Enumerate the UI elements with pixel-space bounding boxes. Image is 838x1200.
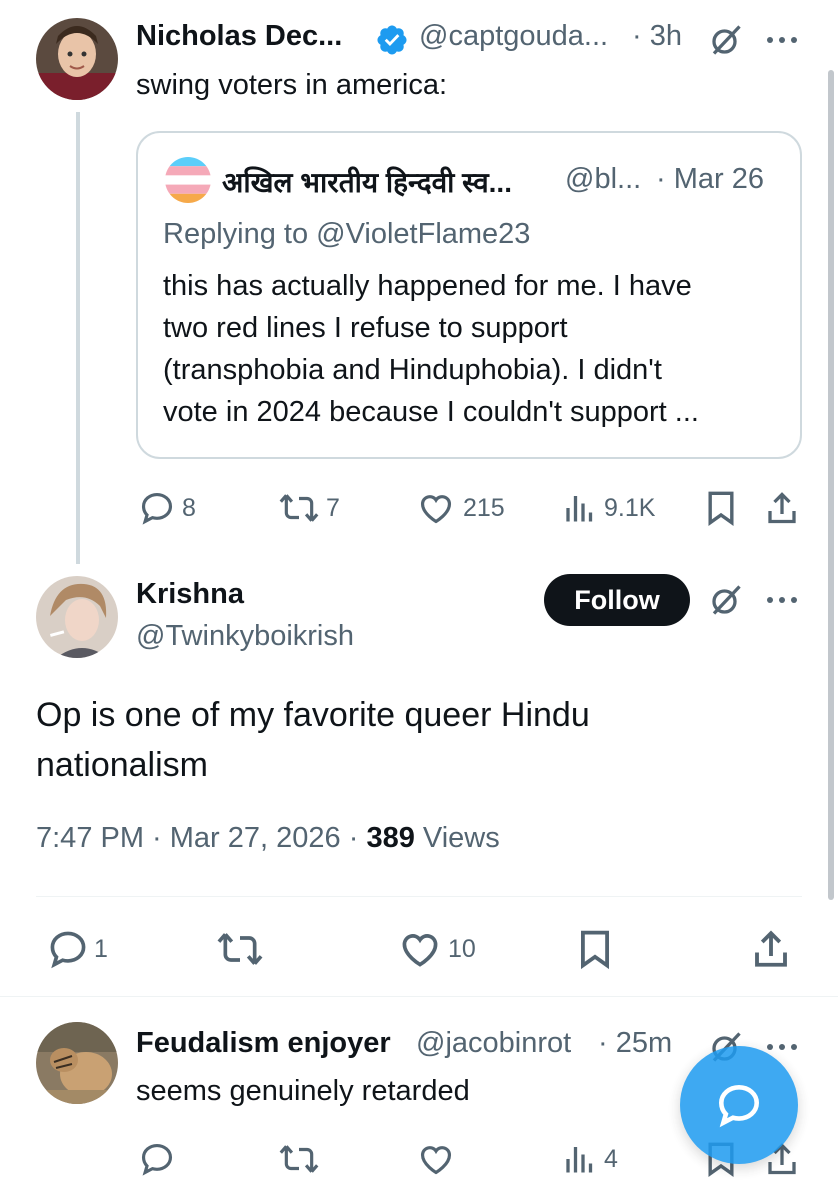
scrollbar[interactable] <box>828 70 834 900</box>
compose-icon <box>718 1084 760 1128</box>
bookmark-icon <box>708 491 734 526</box>
share-button[interactable] <box>764 489 800 527</box>
more-icon[interactable] <box>765 590 799 610</box>
grok-icon[interactable] <box>708 22 744 58</box>
like-icon <box>420 495 452 524</box>
grok-icon[interactable] <box>708 582 744 618</box>
reply-icon <box>141 1143 173 1176</box>
bookmark-icon <box>581 930 609 970</box>
tweet-text-line: nationalism <box>36 746 208 784</box>
author-name[interactable]: Krishna <box>136 578 244 611</box>
reply-count: 1 <box>94 934 108 963</box>
share-icon <box>768 492 796 524</box>
avatar[interactable] <box>36 576 118 658</box>
avatar-image <box>36 1022 118 1104</box>
views-label: Views <box>414 822 500 854</box>
tweet-meta: 7:47 PM · Mar 27, 2026 · 389 Views <box>36 822 500 855</box>
repost-icon <box>279 494 319 522</box>
reply-icon <box>50 931 86 969</box>
reply-count: 8 <box>182 493 196 522</box>
repost-button[interactable] <box>216 927 264 971</box>
quote-avatar[interactable] <box>165 157 211 203</box>
author-handle[interactable]: @jacobinrot <box>416 1027 571 1060</box>
like-icon <box>402 934 438 967</box>
reply-button[interactable]: 1 <box>46 927 108 971</box>
tweet-time[interactable]: · 25m <box>598 1027 672 1060</box>
like-icon <box>420 1146 452 1175</box>
tweet-timestamp[interactable]: 7:47 PM · Mar 27, 2026 · <box>36 822 366 854</box>
divider <box>0 996 838 997</box>
reply-icon <box>141 492 173 525</box>
author-name[interactable]: Nicholas Dec... <box>136 20 342 53</box>
verified-badge-icon <box>375 23 409 62</box>
views-button[interactable]: 9.1K <box>562 489 655 527</box>
tweet-text-line: Op is one of my favorite queer Hindu <box>36 696 590 734</box>
tweet-text: seems genuinely retarded <box>136 1075 470 1107</box>
avatar[interactable] <box>36 1022 118 1104</box>
more-icon[interactable] <box>765 30 799 50</box>
avatar-image <box>36 18 118 100</box>
repost-icon <box>279 1145 319 1173</box>
share-icon <box>755 930 787 967</box>
author-handle[interactable]: @captgouda... <box>419 20 608 53</box>
views-icon <box>566 1147 593 1173</box>
share-button[interactable] <box>750 927 792 971</box>
author-handle[interactable]: @Twinkyboikrish <box>136 620 354 653</box>
views-count: 9.1K <box>604 493 656 522</box>
like-button[interactable]: 10 <box>398 927 476 971</box>
reply-button[interactable] <box>138 1140 176 1178</box>
like-count: 215 <box>463 493 505 522</box>
quote-author-name[interactable]: अखिल भारतीय हिन्दवी स्व... <box>222 163 512 201</box>
views-button[interactable]: 4 <box>562 1140 618 1178</box>
follow-button[interactable]: Follow <box>544 574 690 626</box>
avatar-image <box>36 576 118 658</box>
tweet-time[interactable]: · 3h <box>632 20 682 53</box>
quote-text-line: this has actually happened for me. I hav… <box>163 270 692 302</box>
quote-time[interactable]: · Mar 26 <box>656 163 764 196</box>
thread-connector-line <box>76 112 80 564</box>
views-icon <box>566 496 593 522</box>
quote-text: this has actually happened for me. I hav… <box>163 265 699 433</box>
bookmark-button[interactable] <box>704 489 738 527</box>
repost-count: 7 <box>326 493 340 522</box>
trans-flag-avatar-image <box>165 157 211 203</box>
repost-button[interactable]: 7 <box>278 489 340 527</box>
author-name[interactable]: Feudalism enjoyer <box>136 1027 391 1060</box>
bookmark-button[interactable] <box>576 927 614 971</box>
views-number: 389 <box>366 822 415 854</box>
like-button[interactable] <box>417 1140 455 1178</box>
compose-button[interactable] <box>680 1046 798 1164</box>
repost-button[interactable] <box>278 1140 320 1178</box>
tweet-text: Op is one of my favorite queer Hindu nat… <box>36 690 590 790</box>
avatar[interactable] <box>36 18 118 100</box>
quote-author-handle[interactable]: @bl... <box>565 163 641 196</box>
reply-button[interactable]: 8 <box>138 489 196 527</box>
quote-replying-to[interactable]: Replying to @VioletFlame23 <box>163 218 530 251</box>
quote-text-line: two red lines I refuse to support <box>163 312 568 344</box>
like-count: 10 <box>448 934 476 963</box>
repost-icon <box>217 933 263 965</box>
quote-text-line: vote in 2024 because I couldn't support … <box>163 396 699 428</box>
like-button[interactable]: 215 <box>417 489 505 527</box>
quote-text-line: (transphobia and Hinduphobia). I didn't <box>163 354 662 386</box>
views-count: 4 <box>604 1144 618 1173</box>
divider <box>36 896 802 897</box>
tweet-text: swing voters in america: <box>136 69 448 101</box>
